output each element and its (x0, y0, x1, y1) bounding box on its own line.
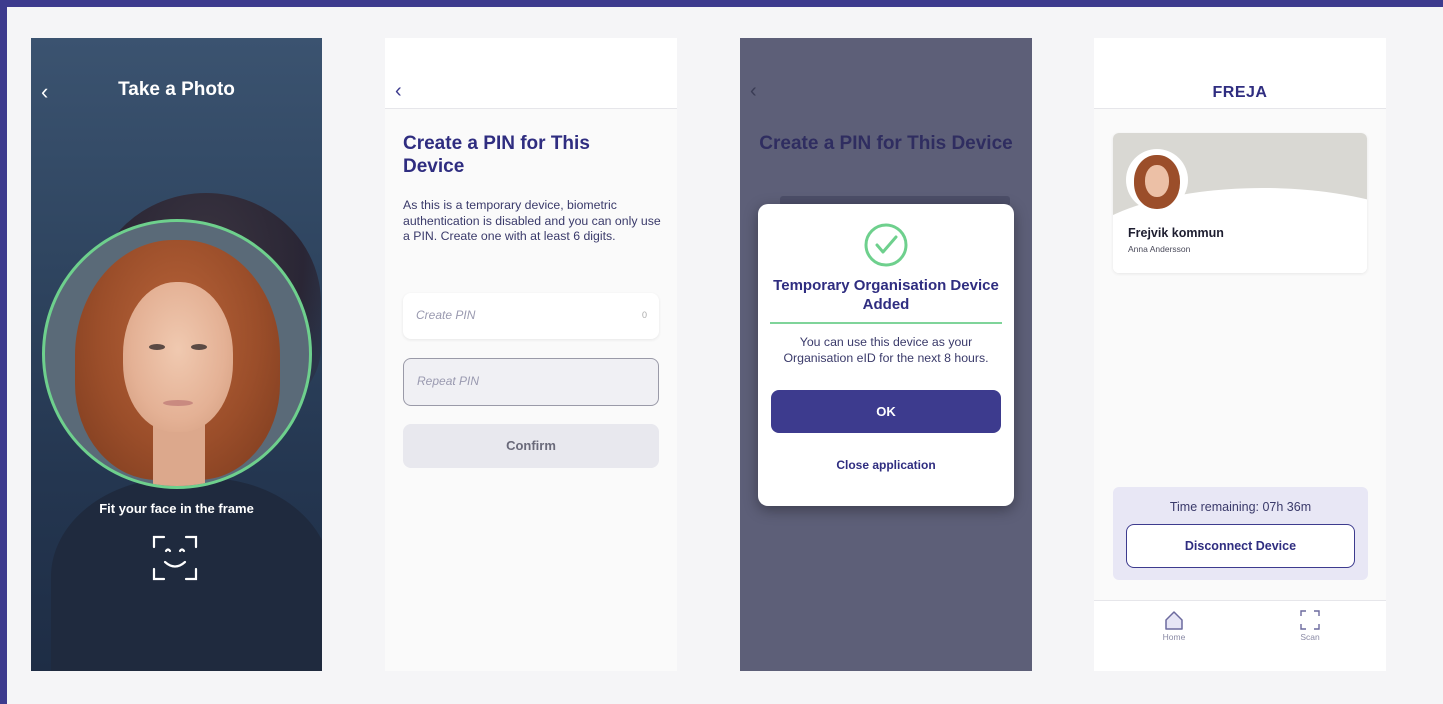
scan-icon (1300, 610, 1320, 630)
check-circle-icon (864, 223, 908, 267)
app-brand-title: FREJA (1212, 84, 1268, 101)
face-frame (42, 219, 312, 489)
person-name: Anna Andersson (1128, 244, 1191, 254)
create-pin-placeholder: Create PIN (416, 308, 476, 322)
photo-face (123, 282, 233, 432)
disconnect-device-button[interactable]: Disconnect Device (1126, 524, 1355, 568)
avatar (1128, 151, 1186, 209)
face-scan-icon (152, 535, 198, 581)
photo-mouth (163, 400, 193, 406)
tab-bar: Home Scan (1094, 600, 1386, 671)
tab-scan[interactable]: Scan (1270, 609, 1350, 642)
tab-label: Scan (1300, 632, 1320, 642)
dialog-message: You can use this device as your Organisa… (783, 335, 989, 365)
session-panel: Time remaining: 07h 36m Disconnect Devic… (1113, 487, 1368, 580)
take-photo-screen: ‹ Take a Photo Fit your face in the fram… (31, 38, 322, 671)
face-instruction: Fit your face in the frame (99, 501, 254, 516)
create-pin-input[interactable]: Create PIN 0 (403, 293, 659, 339)
tab-home[interactable]: Home (1134, 609, 1214, 642)
dialog-divider (770, 322, 1002, 324)
time-remaining: Time remaining: 07h 36m (1169, 500, 1312, 514)
nav-bar: ‹ (385, 38, 677, 109)
page-title: Take a Photo (118, 79, 235, 100)
repeat-pin-placeholder: Repeat PIN (417, 374, 480, 388)
pin-description: As this is a temporary device, biometric… (403, 198, 661, 243)
freja-home-screen: FREJA Frejvik kommun Anna Andersson Time… (1094, 38, 1386, 671)
frame-border-left (0, 0, 7, 704)
repeat-pin-input[interactable]: Repeat PIN (403, 358, 659, 406)
photo-eye-left (149, 344, 165, 350)
close-application-link[interactable]: Close application (758, 458, 1014, 472)
organisation-name: Frejvik kommun (1128, 226, 1224, 240)
success-dialog: Temporary Organisation Device Added You … (758, 204, 1014, 506)
nav-bar: FREJA (1094, 38, 1386, 109)
pin-character-count: 0 (641, 310, 647, 320)
ok-button[interactable]: OK (771, 390, 1001, 433)
home-icon (1165, 611, 1183, 630)
device-added-screen: ‹ Create a PIN for This Device Temporary… (740, 38, 1032, 671)
back-button[interactable]: ‹ (750, 78, 757, 104)
create-pin-screen: ‹ Create a PIN for This Device As this i… (385, 38, 677, 671)
avatar-face (1145, 165, 1169, 197)
organisation-id-card[interactable]: Frejvik kommun Anna Andersson (1113, 133, 1367, 273)
page-title: Create a PIN for This Device (403, 133, 590, 177)
background-page-title: Create a PIN for This Device (759, 133, 1013, 154)
tab-label: Home (1162, 632, 1186, 642)
back-button[interactable]: ‹ (395, 78, 402, 104)
frame-border-top (0, 0, 1443, 7)
photo-neck (153, 422, 205, 486)
photo-eye-right (191, 344, 207, 350)
dialog-title: Temporary Organisation Device Added (773, 277, 999, 313)
confirm-button[interactable]: Confirm (403, 424, 659, 468)
